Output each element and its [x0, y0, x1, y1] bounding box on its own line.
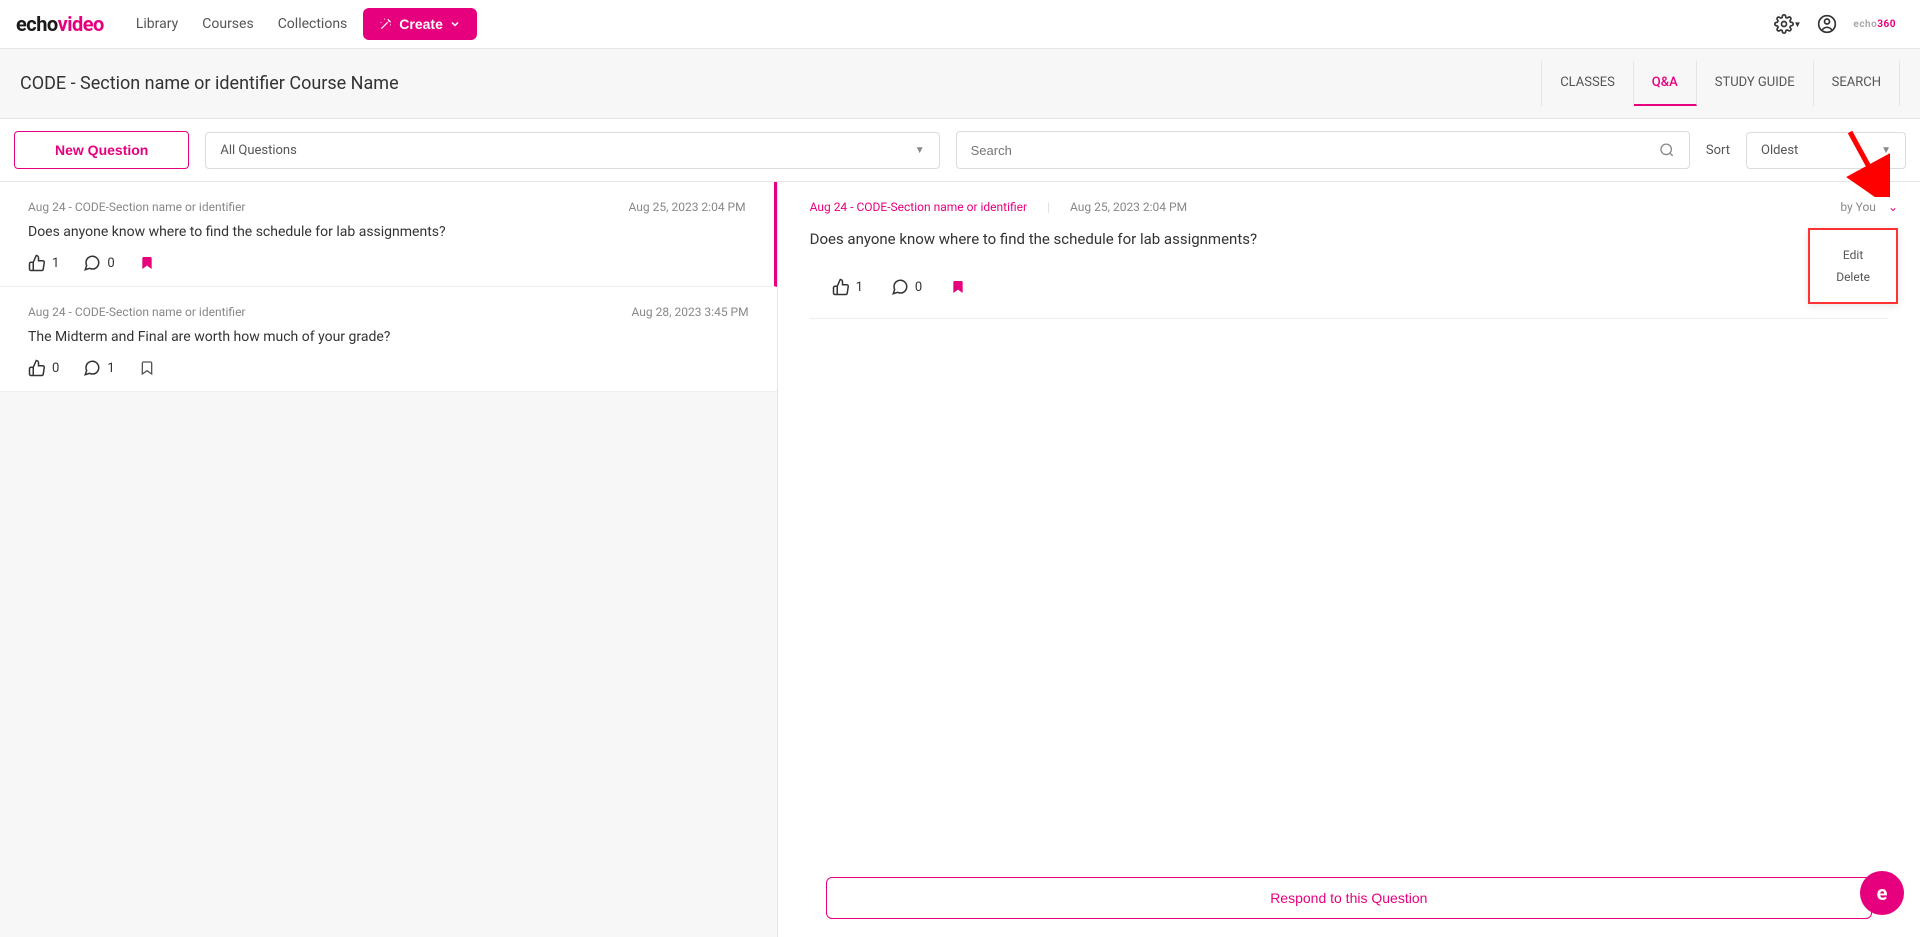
like-count: 0	[52, 361, 59, 376]
detail-body: Does anyone know where to find the sched…	[810, 230, 1888, 248]
logo-part1: echo	[16, 12, 58, 36]
delete-menu-item[interactable]: Delete	[1836, 266, 1870, 288]
detail-foot: 1 0	[810, 268, 1888, 319]
nav-library[interactable]: Library	[136, 16, 178, 32]
question-item-head: Aug 24 - CODE-Section name or identifier…	[28, 200, 746, 214]
chevron-down-icon: ▼	[915, 145, 925, 156]
settings-button[interactable]: ▼	[1774, 14, 1802, 34]
question-item-head: Aug 24 - CODE-Section name or identifier…	[28, 305, 749, 319]
nav-courses[interactable]: Courses	[202, 16, 253, 32]
user-icon[interactable]	[1817, 14, 1837, 34]
thumbs-up-icon	[832, 278, 850, 296]
filter-dropdown[interactable]: All Questions ▼	[205, 132, 939, 169]
question-item-meta: Aug 24 - CODE-Section name or identifier	[28, 305, 246, 319]
top-right: ▼ echo360	[1774, 14, 1897, 34]
new-question-button[interactable]: New Question	[14, 131, 189, 169]
magic-wand-icon	[379, 17, 393, 31]
edit-menu-item[interactable]: Edit	[1836, 244, 1870, 266]
sub-nav: CODE - Section name or identifier Course…	[0, 49, 1920, 119]
respond-button[interactable]: Respond to this Question	[826, 877, 1872, 919]
detail-date: Aug 25, 2023 2:04 PM	[1070, 200, 1187, 214]
chevron-down-icon: ▼	[1881, 145, 1891, 156]
thumbs-up-icon	[28, 254, 46, 272]
comment-icon	[83, 359, 101, 377]
filter-label: All Questions	[220, 143, 296, 158]
comment-icon	[83, 254, 101, 272]
main: Aug 24 - CODE-Section name or identifier…	[0, 182, 1920, 937]
fab-button[interactable]: e	[1860, 871, 1904, 915]
search-box[interactable]	[956, 131, 1690, 169]
author-dropdown-menu: Edit Delete	[1808, 228, 1898, 304]
question-item[interactable]: Aug 24 - CODE-Section name or identifier…	[0, 287, 777, 392]
question-detail-pane: by You ⌄ Edit Delete Aug 24 - CODE-Secti…	[778, 182, 1920, 937]
question-item-foot: 0 1	[28, 359, 749, 377]
comment-count: 0	[107, 256, 114, 271]
detail-link[interactable]: Aug 24 - CODE-Section name or identifier	[810, 200, 1028, 214]
search-icon	[1659, 142, 1675, 158]
author-row: by You ⌄ Edit Delete	[1840, 200, 1898, 214]
chevron-down-icon	[449, 18, 461, 30]
nav-collections[interactable]: Collections	[278, 16, 348, 32]
like-stat[interactable]: 1	[28, 254, 59, 272]
question-item-date: Aug 28, 2023 3:45 PM	[632, 305, 749, 319]
tabs: CLASSES Q&A STUDY GUIDE SEARCH	[1541, 61, 1900, 106]
logo-part2: video	[58, 12, 104, 36]
detail-head: Aug 24 - CODE-Section name or identifier…	[810, 200, 1888, 214]
comment-count: 1	[107, 361, 114, 376]
author-dropdown-toggle[interactable]: ⌄	[1888, 200, 1898, 214]
sort-label: Sort	[1706, 143, 1730, 158]
question-item-body: The Midterm and Final are worth how much…	[28, 329, 749, 345]
logo[interactable]: echovideo	[16, 12, 104, 36]
course-title: CODE - Section name or identifier Course…	[20, 73, 399, 94]
question-list: Aug 24 - CODE-Section name or identifier…	[0, 182, 778, 937]
bookmark-icon[interactable]	[950, 279, 966, 295]
sort-dropdown[interactable]: Oldest ▼	[1746, 132, 1906, 169]
tab-search[interactable]: SEARCH	[1814, 61, 1900, 106]
comment-stat[interactable]: 0	[891, 278, 922, 296]
like-stat[interactable]: 1	[832, 278, 863, 296]
thumbs-up-icon	[28, 359, 46, 377]
tab-classes[interactable]: CLASSES	[1541, 61, 1634, 106]
sort-value: Oldest	[1761, 143, 1798, 158]
comment-stat[interactable]: 1	[83, 359, 114, 377]
nav-links: Library Courses Collections	[136, 16, 347, 32]
toolbar: New Question All Questions ▼ Sort Oldest…	[0, 119, 1920, 182]
search-input[interactable]	[971, 143, 1660, 158]
like-count: 1	[52, 256, 59, 271]
like-count: 1	[856, 280, 863, 295]
comment-stat[interactable]: 0	[83, 254, 114, 272]
comment-icon	[891, 278, 909, 296]
create-label: Create	[399, 16, 443, 32]
comment-count: 0	[915, 280, 922, 295]
question-item-foot: 1 0	[28, 254, 746, 272]
gear-icon	[1774, 14, 1794, 34]
author-label: by You	[1840, 200, 1876, 214]
question-item-date: Aug 25, 2023 2:04 PM	[629, 200, 746, 214]
question-item-body: Does anyone know where to find the sched…	[28, 224, 746, 240]
bookmark-icon[interactable]	[139, 255, 155, 271]
detail: Aug 24 - CODE-Section name or identifier…	[778, 182, 1920, 337]
like-stat[interactable]: 0	[28, 359, 59, 377]
small-logo[interactable]: echo360	[1853, 19, 1896, 30]
question-item[interactable]: Aug 24 - CODE-Section name or identifier…	[0, 182, 777, 287]
tab-study-guide[interactable]: STUDY GUIDE	[1697, 61, 1814, 106]
separator: |	[1047, 200, 1050, 214]
tab-qa[interactable]: Q&A	[1634, 61, 1697, 106]
respond-bar: Respond to this Question	[778, 877, 1920, 919]
question-item-meta: Aug 24 - CODE-Section name or identifier	[28, 200, 246, 214]
top-nav: echovideo Library Courses Collections Cr…	[0, 0, 1920, 49]
bookmark-icon[interactable]	[139, 360, 155, 376]
create-button[interactable]: Create	[363, 8, 477, 40]
caret-down-icon: ▼	[1794, 20, 1802, 29]
